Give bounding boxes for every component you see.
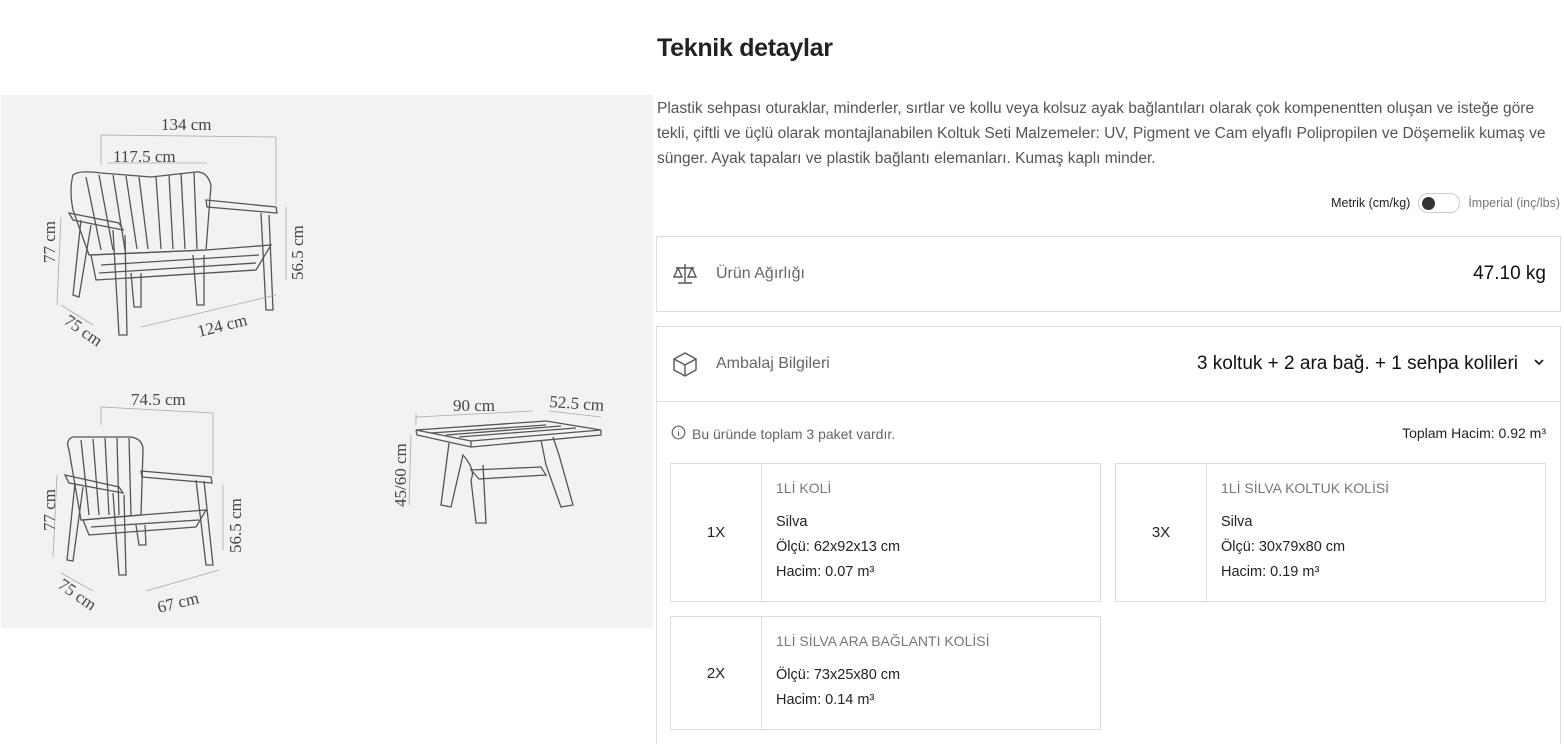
table-drawing [408,410,602,524]
chevron-down-icon [1532,353,1546,375]
chair-drawing [52,406,224,592]
table-width-label: 52.5 cm [549,392,605,415]
chair-height-label: 77 cm [40,489,59,531]
package-quantity: 2X [671,617,762,729]
table-length-label: 90 cm [453,396,495,415]
package-size: Ölçü: 62x92x13 cm [776,539,901,555]
sofa-height-label: 77 cm [40,221,59,263]
package-count-info: Bu üründe toplam 3 paket vardır. [671,425,895,443]
dimension-svg: 134 cm 117.5 cm 77 cm 56.5 cm 75 cm 124 … [40,115,605,617]
package-name: 1Lİ SİLVA KOLTUK KOLİSİ [1221,480,1390,496]
box-icon [671,350,699,378]
package-volume: Hacim: 0.14 m³ [776,692,875,708]
package-card: 2X 1Lİ SİLVA ARA BAĞLANTI KOLİSİ Ölçü: 7… [670,616,1101,730]
product-description: Plastik sehpası oturaklar, minderler, sı… [657,100,1546,167]
sofa-seat-width-label: 117.5 cm [113,147,176,166]
package-count-text: Bu üründe toplam 3 paket vardır. [692,426,896,442]
unit-imperial-label[interactable]: İmperial (inç/lbs) [1468,196,1560,210]
package-size: Ölçü: 73x25x80 cm [776,667,901,683]
package-card: 1X 1Lİ KOLİ Silva Ölçü: 62x92x13 cm Haci… [670,463,1101,602]
packaging-header[interactable]: Ambalaj Bilgileri 3 koltuk + 2 ara bağ. … [657,327,1560,402]
sofa-depth-label: 75 cm [61,311,106,351]
info-icon [671,425,686,443]
package-card: 3X 1Lİ SİLVA KOLTUK KOLİSİ Silva Ölçü: 3… [1115,463,1546,602]
packaging-summary[interactable]: 3 koltuk + 2 ara bağ. + 1 sehpa kolileri [1197,353,1546,375]
unit-toggle: Metrik (cm/kg) İmperial (inç/lbs) [1331,193,1560,213]
unit-metric-label[interactable]: Metrik (cm/kg) [1331,196,1410,210]
sofa-base-width-label: 124 cm [195,310,249,341]
weight-value: 47.10 kg [1473,263,1546,284]
packaging-summary-text: 3 koltuk + 2 ara bağ. + 1 sehpa kolileri [1196,353,1518,374]
chair-depth-label: 75 cm [55,575,100,615]
chair-width-label: 74.5 cm [131,390,186,409]
package-model: Silva [776,514,808,530]
total-volume: Toplam Hacim: 0.92 m³ [1402,425,1546,441]
chair-base-width-label: 67 cm [155,588,200,617]
packaging-info-panel: Ambalaj Bilgileri 3 koltuk + 2 ara bağ. … [656,326,1561,744]
sofa-arm-height-label: 56.5 cm [288,225,307,280]
product-dimension-drawing: 134 cm 117.5 cm 77 cm 56.5 cm 75 cm 124 … [1,95,653,628]
package-quantity: 3X [1116,464,1207,601]
product-weight-row: Ürün Ağırlığı 47.10 kg [656,236,1561,312]
package-name: 1Lİ KOLİ [776,480,832,496]
scale-icon [671,260,699,288]
package-model: Silva [1221,514,1253,530]
package-size: Ölçü: 30x79x80 cm [1221,539,1346,555]
switch-knob [1422,197,1436,210]
unit-switch[interactable] [1418,193,1461,213]
weight-label: Ürün Ağırlığı [716,265,805,282]
packaging-label: Ambalaj Bilgileri [716,355,830,372]
package-name: 1Lİ SİLVA ARA BAĞLANTI KOLİSİ [776,633,990,649]
package-quantity: 1X [671,464,762,601]
package-volume: Hacim: 0.19 m³ [1221,564,1320,580]
chair-arm-height-label: 56.5 cm [226,498,245,553]
page-title: Teknik detaylar [657,34,833,62]
table-height-label: 45/60 cm [391,443,410,507]
sofa-total-width-label: 134 cm [161,115,212,134]
package-volume: Hacim: 0.07 m³ [776,564,875,580]
